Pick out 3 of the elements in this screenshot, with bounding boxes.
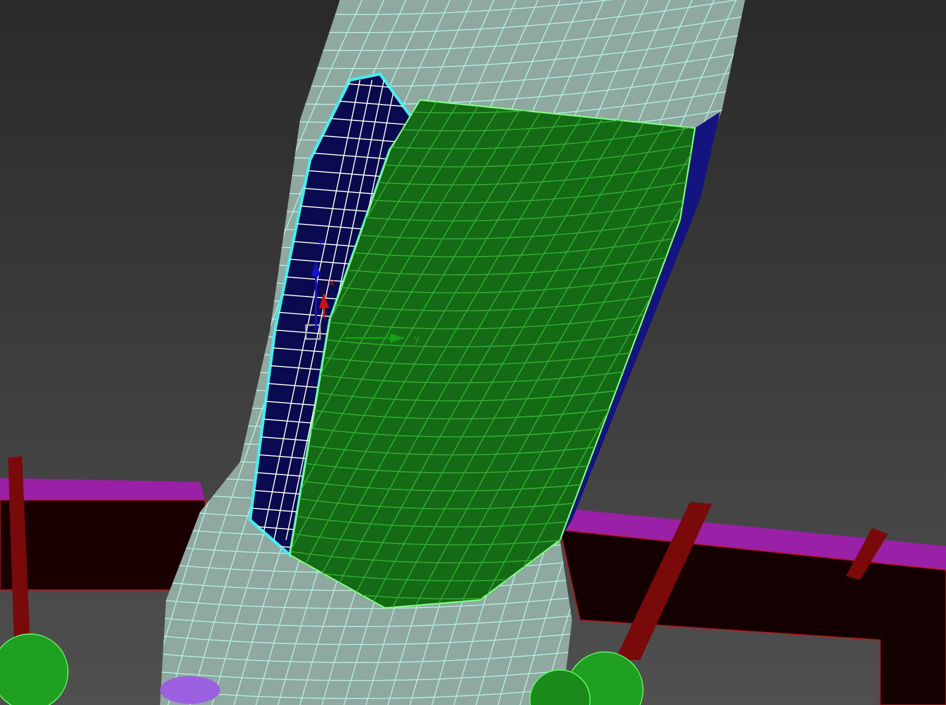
- pivot-square-icon: [305, 324, 321, 340]
- axis-arrow-icon[interactable]: [319, 294, 329, 318]
- axis-arrow-icon[interactable]: [311, 262, 321, 330]
